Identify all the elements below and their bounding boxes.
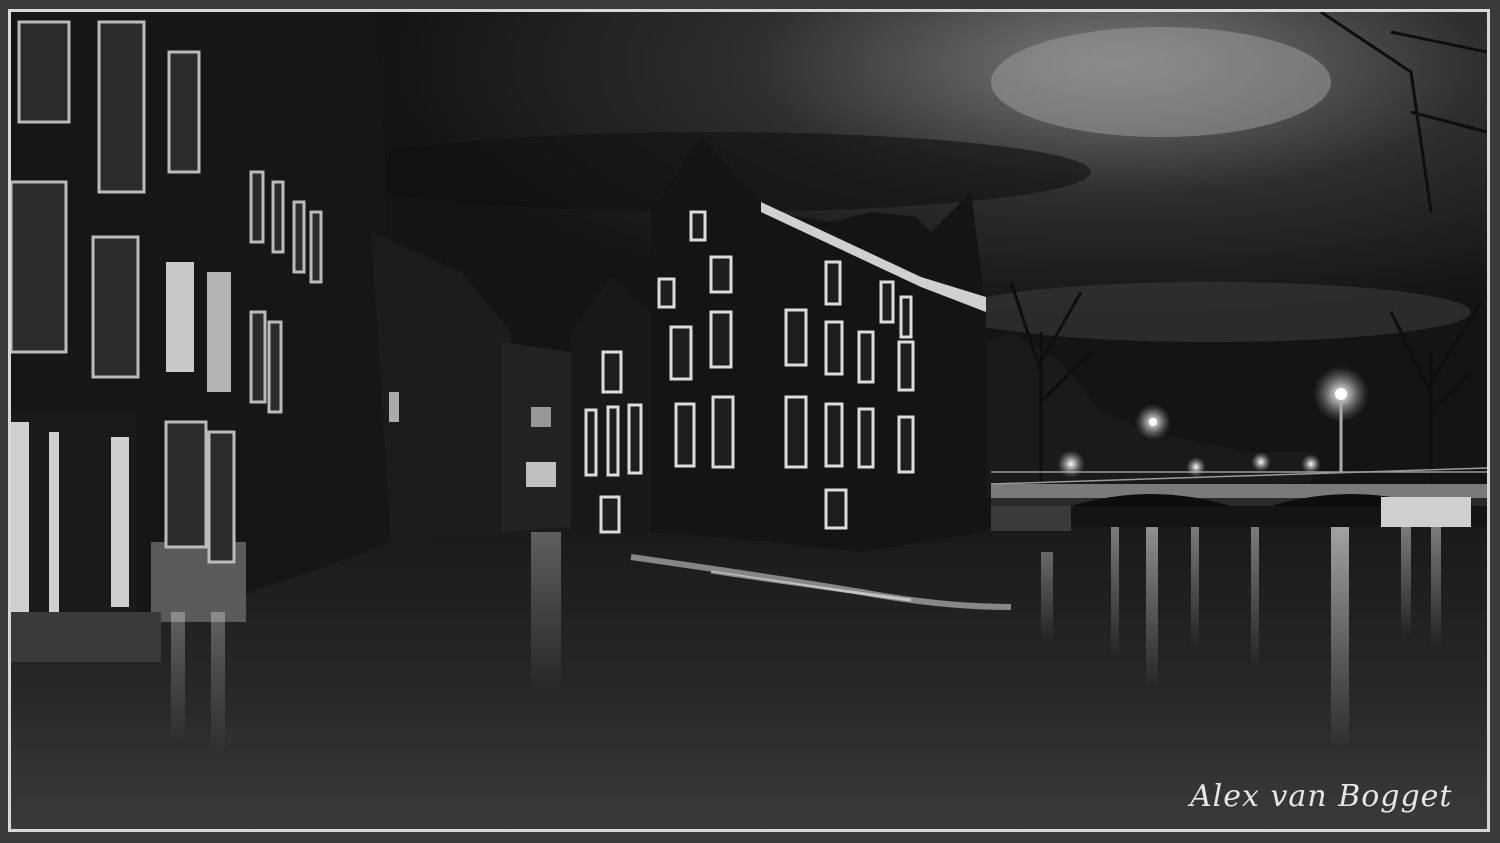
signature-text: Alex van Bogget [1187, 779, 1453, 814]
photographer-signature: Alex van Bogget [1187, 779, 1453, 814]
